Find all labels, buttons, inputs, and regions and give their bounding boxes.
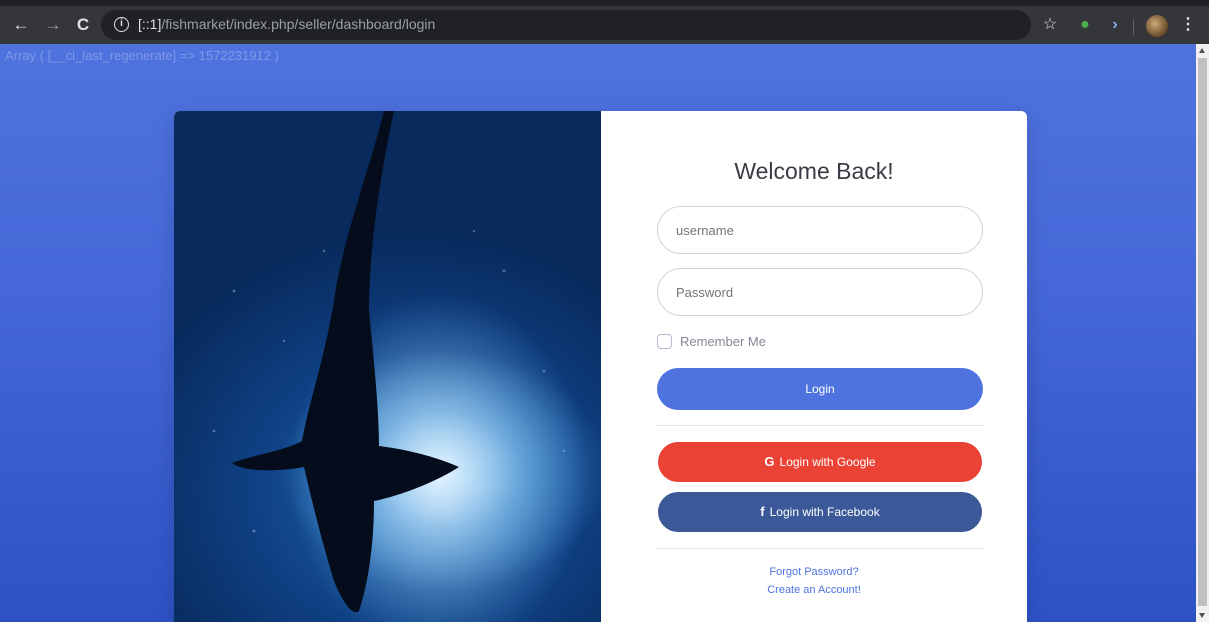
url-host: [::1] [138, 16, 162, 32]
login-card: Welcome Back! Remember Me Login G Login w… [174, 111, 1027, 622]
debug-output: Array ( [__ci_last_regenerate] => 157223… [5, 48, 279, 63]
shark-silhouette [174, 111, 601, 622]
create-account-link[interactable]: Create an Account! [601, 584, 1027, 596]
shark-image [174, 111, 601, 622]
url-path: /fishmarket/index.php/seller/dashboard/l… [161, 16, 436, 32]
info-icon[interactable]: i [114, 17, 129, 32]
page-viewport: Array ( [__ci_last_regenerate] => 157223… [0, 44, 1196, 622]
divider [657, 548, 983, 549]
back-arrow-icon[interactable]: ← [10, 13, 32, 37]
google-button-label: Login with Google [779, 455, 876, 469]
login-form-panel: Welcome Back! Remember Me Login G Login w… [601, 111, 1027, 622]
divider [657, 425, 983, 426]
scroll-down-arrow-icon[interactable] [1199, 613, 1205, 618]
facebook-icon: f [760, 504, 765, 519]
forgot-password-link[interactable]: Forgot Password? [601, 566, 1027, 578]
address-bar[interactable]: i [::1]/fishmarket/index.php/seller/dash… [101, 10, 1031, 40]
vertical-scrollbar[interactable] [1196, 44, 1209, 622]
extension-icon[interactable]: ● [1075, 14, 1095, 36]
google-icon: G [764, 454, 775, 469]
welcome-title: Welcome Back! [734, 158, 894, 184]
browser-toolbar: ← → C i [::1]/fishmarket/index.php/selle… [0, 0, 1209, 44]
toolbar-divider [1133, 19, 1134, 35]
username-input[interactable] [657, 206, 983, 254]
forward-arrow-icon[interactable]: → [42, 13, 64, 37]
login-button[interactable]: Login [657, 368, 983, 410]
login-google-button[interactable]: G Login with Google [658, 442, 982, 482]
password-input[interactable] [657, 268, 983, 316]
extension-arrow-icon[interactable]: › [1105, 14, 1125, 36]
login-facebook-button[interactable]: f Login with Facebook [658, 492, 982, 532]
remember-me-checkbox[interactable] [657, 334, 672, 349]
menu-dots-icon[interactable]: ⋮ [1180, 14, 1196, 36]
facebook-button-label: Login with Facebook [769, 505, 880, 519]
profile-avatar[interactable] [1146, 15, 1168, 37]
bookmark-star-icon[interactable]: ☆ [1040, 14, 1060, 36]
reload-icon[interactable]: C [72, 13, 94, 37]
url-text[interactable]: [::1]/fishmarket/index.php/seller/dashbo… [138, 16, 435, 32]
remember-me-label[interactable]: Remember Me [680, 334, 766, 349]
scroll-thumb[interactable] [1198, 58, 1207, 606]
scroll-up-arrow-icon[interactable] [1199, 48, 1205, 53]
